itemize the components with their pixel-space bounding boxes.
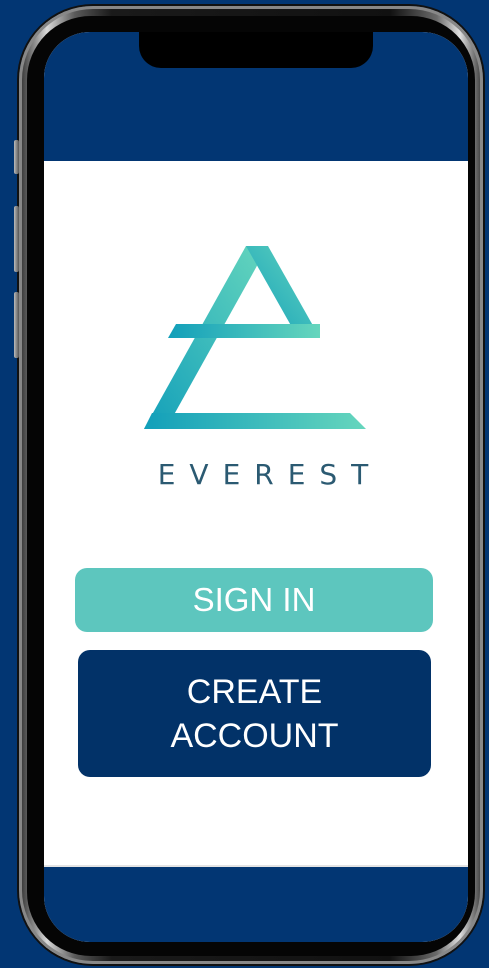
everest-logo xyxy=(144,246,366,429)
logo-middle-bar xyxy=(168,324,320,338)
phone-volume-down-button xyxy=(14,292,19,358)
phone-notch xyxy=(139,32,373,68)
brand-name: EVEREST xyxy=(157,458,383,491)
footer-band xyxy=(44,865,468,942)
phone-screen: EVEREST SIGN IN CREATE ACCOUNT xyxy=(44,32,468,942)
create-account-button[interactable]: CREATE ACCOUNT xyxy=(78,650,431,777)
sign-in-button[interactable]: SIGN IN xyxy=(75,568,433,632)
phone-side-button xyxy=(14,140,19,174)
logo-bottom-bar xyxy=(144,413,366,429)
phone-volume-up-button xyxy=(14,206,19,272)
